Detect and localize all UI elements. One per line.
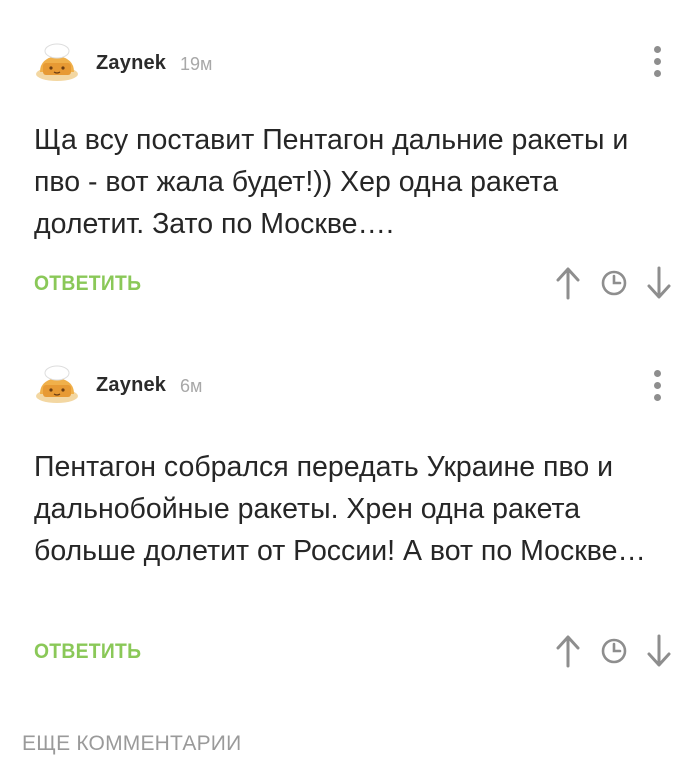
arrow-up-icon[interactable] (553, 633, 583, 669)
avatar-icon[interactable] (32, 364, 82, 404)
comment-text: Ща всу поставит Пентагон дальние ракеты … (34, 124, 629, 240)
arrow-down-icon[interactable] (644, 633, 674, 669)
reply-button[interactable]: ОТВЕТИТЬ (34, 272, 141, 296)
username[interactable]: Zaynek (96, 52, 166, 75)
timestamp: 6м (180, 376, 203, 396)
clock-icon[interactable] (599, 633, 629, 669)
clock-icon[interactable] (599, 265, 629, 301)
comment-text: Пентагон собрался передать Украине пво и… (34, 451, 646, 567)
username[interactable]: Zaynek (96, 374, 166, 397)
avatar-icon[interactable] (32, 42, 82, 82)
arrow-up-icon[interactable] (553, 265, 583, 301)
reply-button[interactable]: ОТВЕТИТЬ (34, 640, 141, 664)
more-vertical-icon[interactable] (648, 44, 668, 80)
more-comments-link[interactable]: ЕЩЕ КОММЕНТАРИИ (22, 732, 241, 756)
arrow-down-icon[interactable] (644, 265, 674, 301)
more-vertical-icon[interactable] (648, 368, 668, 404)
timestamp: 19м (180, 54, 213, 74)
